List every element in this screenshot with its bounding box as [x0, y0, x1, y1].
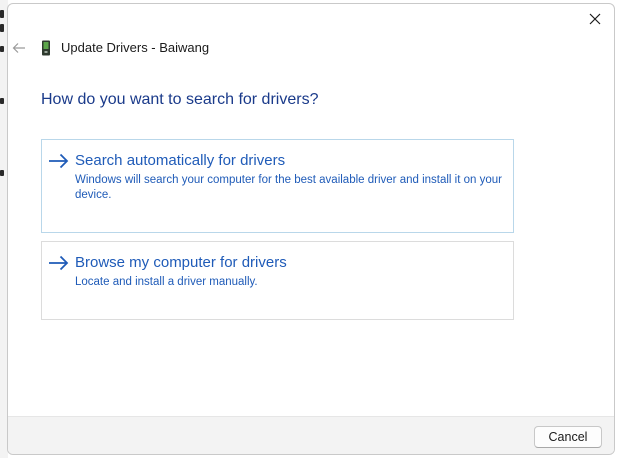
- browse-computer-option[interactable]: Browse my computer for drivers Locate an…: [41, 241, 514, 320]
- option-description: Windows will search your computer for th…: [75, 174, 502, 201]
- page-heading: How do you want to search for drivers?: [41, 91, 319, 108]
- cancel-button[interactable]: Cancel: [534, 426, 602, 448]
- back-arrow-icon: [12, 43, 25, 53]
- option-title: Search automatically for drivers: [75, 152, 286, 169]
- dialog-header: Update Drivers - Baiwang: [8, 37, 614, 59]
- device-icon: [42, 40, 50, 56]
- arrow-right-icon: [49, 153, 69, 169]
- close-icon: [589, 13, 601, 25]
- option-description: Locate and install a driver manually.: [75, 276, 258, 288]
- back-button[interactable]: [10, 37, 28, 59]
- dialog-title: Update Drivers - Baiwang: [61, 40, 210, 55]
- close-button[interactable]: [582, 8, 608, 30]
- search-automatically-option[interactable]: Search automatically for drivers Windows…: [41, 139, 514, 233]
- dialog-footer: Cancel: [8, 416, 614, 454]
- update-drivers-dialog: Update Drivers - Baiwang How do you want…: [7, 3, 615, 455]
- option-title: Browse my computer for drivers: [75, 254, 287, 271]
- arrow-right-icon: [49, 255, 69, 271]
